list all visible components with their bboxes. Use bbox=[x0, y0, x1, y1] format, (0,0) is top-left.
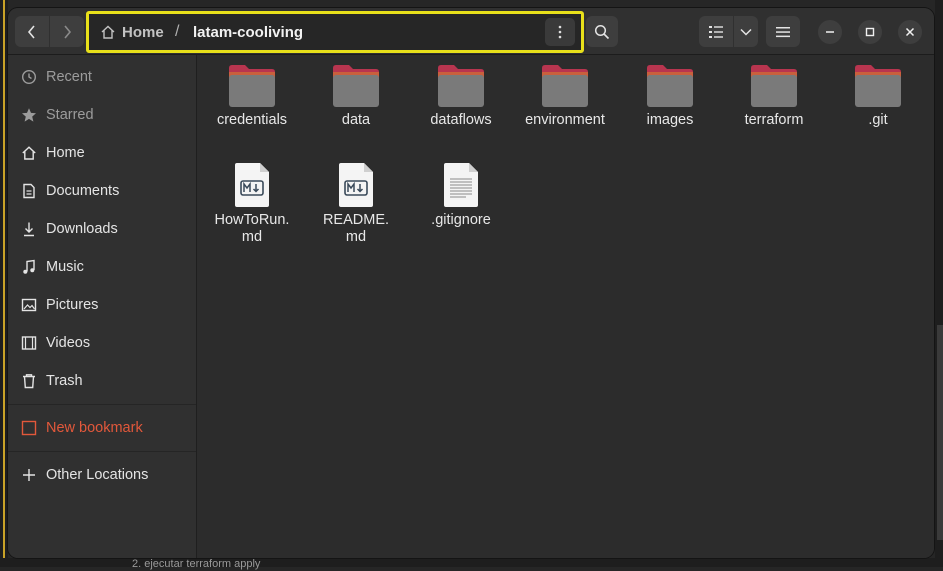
file-item-gitignore[interactable]: .gitignore bbox=[413, 162, 509, 229]
file-name: images bbox=[646, 112, 694, 128]
plus-icon bbox=[20, 466, 38, 484]
background-scroll-mark bbox=[937, 325, 943, 540]
sidebar-item-label: Trash bbox=[46, 373, 83, 389]
view-options-dropdown[interactable] bbox=[734, 16, 758, 47]
file-name: dataflows bbox=[430, 112, 492, 128]
file-grid: credentials data dataflows environment i… bbox=[197, 55, 934, 558]
minimize-button[interactable] bbox=[818, 20, 842, 44]
sidebar-item-recent[interactable]: Recent bbox=[8, 59, 196, 95]
back-button[interactable] bbox=[15, 16, 49, 47]
folder-icon bbox=[646, 64, 694, 108]
file-manager-window: Home / latam-cooliving Recent Starred Ho… bbox=[8, 8, 934, 558]
file-name: data bbox=[341, 112, 371, 128]
sidebar-item-label: Pictures bbox=[46, 297, 99, 313]
folder-icon bbox=[228, 64, 276, 108]
folder-icon bbox=[541, 64, 589, 108]
path-current-folder[interactable]: latam-cooliving bbox=[187, 18, 309, 46]
folder-icon bbox=[437, 64, 485, 108]
sidebar-other-label: Other Locations bbox=[46, 467, 149, 483]
download-icon bbox=[20, 220, 38, 238]
bookmark-drop-icon bbox=[20, 419, 38, 437]
home-icon bbox=[20, 144, 38, 162]
sidebar-item-label: Music bbox=[46, 259, 84, 275]
search-button[interactable] bbox=[586, 16, 618, 47]
path-separator: / bbox=[175, 23, 180, 40]
list-view-button[interactable] bbox=[699, 16, 733, 47]
close-button[interactable] bbox=[898, 20, 922, 44]
path-bar: Home / latam-cooliving bbox=[86, 11, 584, 53]
sidebar-other-locations[interactable]: Other Locations bbox=[8, 457, 196, 493]
sidebar-new-bookmark[interactable]: New bookmark bbox=[8, 410, 196, 446]
file-name: HowToRun.md bbox=[214, 212, 290, 245]
folder-icon bbox=[750, 64, 798, 108]
chevron-right-icon bbox=[64, 24, 72, 39]
sidebar-item-label: Recent bbox=[46, 69, 92, 85]
sidebar-bookmark-label: New bookmark bbox=[46, 420, 143, 436]
file-name: .gitignore bbox=[431, 212, 491, 228]
sidebar-item-label: Home bbox=[46, 145, 85, 161]
path-menu-button[interactable] bbox=[545, 18, 575, 46]
folder-item-terraform[interactable]: terraform bbox=[726, 64, 822, 129]
header-bar: Home / latam-cooliving bbox=[8, 8, 934, 55]
sidebar-divider bbox=[8, 404, 196, 405]
file-item-howtorun[interactable]: HowToRun.md bbox=[204, 162, 300, 246]
file-name: credentials bbox=[216, 112, 288, 128]
sidebar-item-label: Downloads bbox=[46, 221, 118, 237]
forward-button[interactable] bbox=[50, 16, 84, 47]
sidebar-item-trash[interactable]: Trash bbox=[8, 363, 196, 399]
sidebar-item-music[interactable]: Music bbox=[8, 249, 196, 285]
sidebar-item-downloads[interactable]: Downloads bbox=[8, 211, 196, 247]
document-icon bbox=[20, 182, 38, 200]
path-home-label: Home bbox=[122, 23, 164, 41]
folder-icon bbox=[332, 64, 380, 108]
text-file-icon bbox=[442, 162, 480, 208]
clock-icon bbox=[20, 68, 38, 86]
sidebar-item-label: Starred bbox=[46, 107, 94, 123]
folder-item-data[interactable]: data bbox=[308, 64, 404, 129]
search-icon bbox=[594, 24, 610, 39]
folder-icon bbox=[854, 64, 902, 108]
file-item-readme[interactable]: README.md bbox=[308, 162, 404, 246]
maximize-icon bbox=[865, 27, 875, 37]
music-icon bbox=[20, 258, 38, 276]
home-icon bbox=[101, 25, 115, 39]
file-name: README.md bbox=[322, 212, 390, 245]
markdown-file-icon bbox=[337, 162, 375, 208]
folder-item-environment[interactable]: environment bbox=[517, 64, 613, 129]
background-editor-marker bbox=[3, 0, 5, 567]
hamburger-icon bbox=[776, 26, 790, 37]
file-name: terraform bbox=[744, 112, 804, 128]
star-icon bbox=[20, 106, 38, 124]
sidebar-item-home[interactable]: Home bbox=[8, 135, 196, 171]
folder-item-git[interactable]: .git bbox=[830, 64, 926, 129]
sidebar-divider bbox=[8, 451, 196, 452]
close-icon bbox=[905, 27, 915, 37]
markdown-file-icon bbox=[233, 162, 271, 208]
sidebar-item-pictures[interactable]: Pictures bbox=[8, 287, 196, 323]
file-name: environment bbox=[525, 112, 605, 128]
sidebar-item-starred[interactable]: Starred bbox=[8, 97, 196, 133]
folder-item-credentials[interactable]: credentials bbox=[204, 64, 300, 129]
picture-icon bbox=[20, 296, 38, 314]
sidebar-item-label: Documents bbox=[46, 183, 120, 199]
maximize-button[interactable] bbox=[858, 20, 882, 44]
chevron-left-icon bbox=[27, 24, 35, 39]
list-view-icon bbox=[709, 25, 723, 38]
sidebar-item-documents[interactable]: Documents bbox=[8, 173, 196, 209]
background-editor-text: 2. ejecutar terraform apply bbox=[132, 558, 261, 570]
places-sidebar: Recent Starred Home Documents Downloads … bbox=[8, 55, 197, 558]
sidebar-item-videos[interactable]: Videos bbox=[8, 325, 196, 361]
file-name: .git bbox=[868, 112, 888, 128]
main-menu-button[interactable] bbox=[766, 16, 800, 47]
trash-icon bbox=[20, 372, 38, 390]
chevron-down-icon bbox=[740, 28, 752, 36]
folder-item-dataflows[interactable]: dataflows bbox=[413, 64, 509, 129]
folder-item-images[interactable]: images bbox=[622, 64, 718, 129]
minimize-icon bbox=[826, 31, 834, 33]
sidebar-item-label: Videos bbox=[46, 335, 91, 351]
video-icon bbox=[20, 334, 38, 352]
vertical-dots-icon bbox=[558, 25, 562, 39]
path-home-button[interactable]: Home bbox=[94, 18, 170, 46]
